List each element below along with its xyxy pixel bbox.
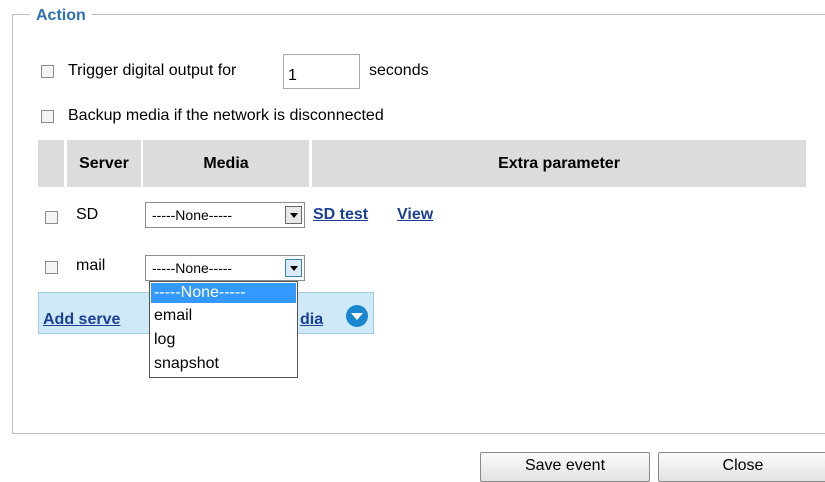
close-button[interactable]: Close: [658, 452, 825, 482]
dropdown-option-snapshot[interactable]: snapshot: [151, 354, 296, 374]
trigger-output-checkbox[interactable]: [41, 65, 54, 78]
server-sd-label: SD: [76, 206, 99, 223]
column-header-extra: Extra parameter: [498, 155, 620, 172]
add-media-link[interactable]: dia: [300, 311, 323, 329]
server-mail-label: mail: [76, 257, 106, 274]
media-select-sd-value: -----None-----: [152, 207, 233, 223]
header-checkbox-cell: [38, 140, 64, 187]
dropdown-arrow-icon[interactable]: [285, 206, 302, 224]
dropdown-option-none[interactable]: -----None-----: [151, 283, 296, 303]
save-event-button[interactable]: Save event: [480, 452, 650, 482]
dropdown-option-log[interactable]: log: [151, 330, 296, 350]
dropdown-arrow-icon[interactable]: [285, 259, 302, 277]
expand-down-icon[interactable]: [346, 305, 368, 327]
dropdown-option-email[interactable]: email: [151, 306, 296, 326]
trigger-output-label: Trigger digital output for: [68, 62, 237, 79]
view-link[interactable]: View: [397, 206, 433, 224]
backup-media-label: Backup media if the network is disconnec…: [68, 107, 384, 124]
sd-test-link[interactable]: SD test: [313, 206, 368, 224]
server-sd-checkbox[interactable]: [45, 211, 58, 224]
seconds-label: seconds: [369, 62, 429, 79]
column-header-server: Server: [79, 155, 129, 172]
server-mail-checkbox[interactable]: [45, 261, 58, 274]
trigger-seconds-input[interactable]: [283, 54, 360, 89]
column-header-media: Media: [203, 155, 249, 172]
media-select-mail[interactable]: -----None-----: [145, 255, 305, 281]
media-select-sd[interactable]: -----None-----: [145, 202, 305, 228]
action-legend: Action: [30, 7, 92, 25]
backup-media-checkbox[interactable]: [41, 110, 54, 123]
media-select-mail-value: -----None-----: [152, 260, 233, 276]
media-dropdown-list: -----None----- email log snapshot: [149, 281, 298, 378]
add-server-link[interactable]: Add serve: [43, 311, 120, 329]
